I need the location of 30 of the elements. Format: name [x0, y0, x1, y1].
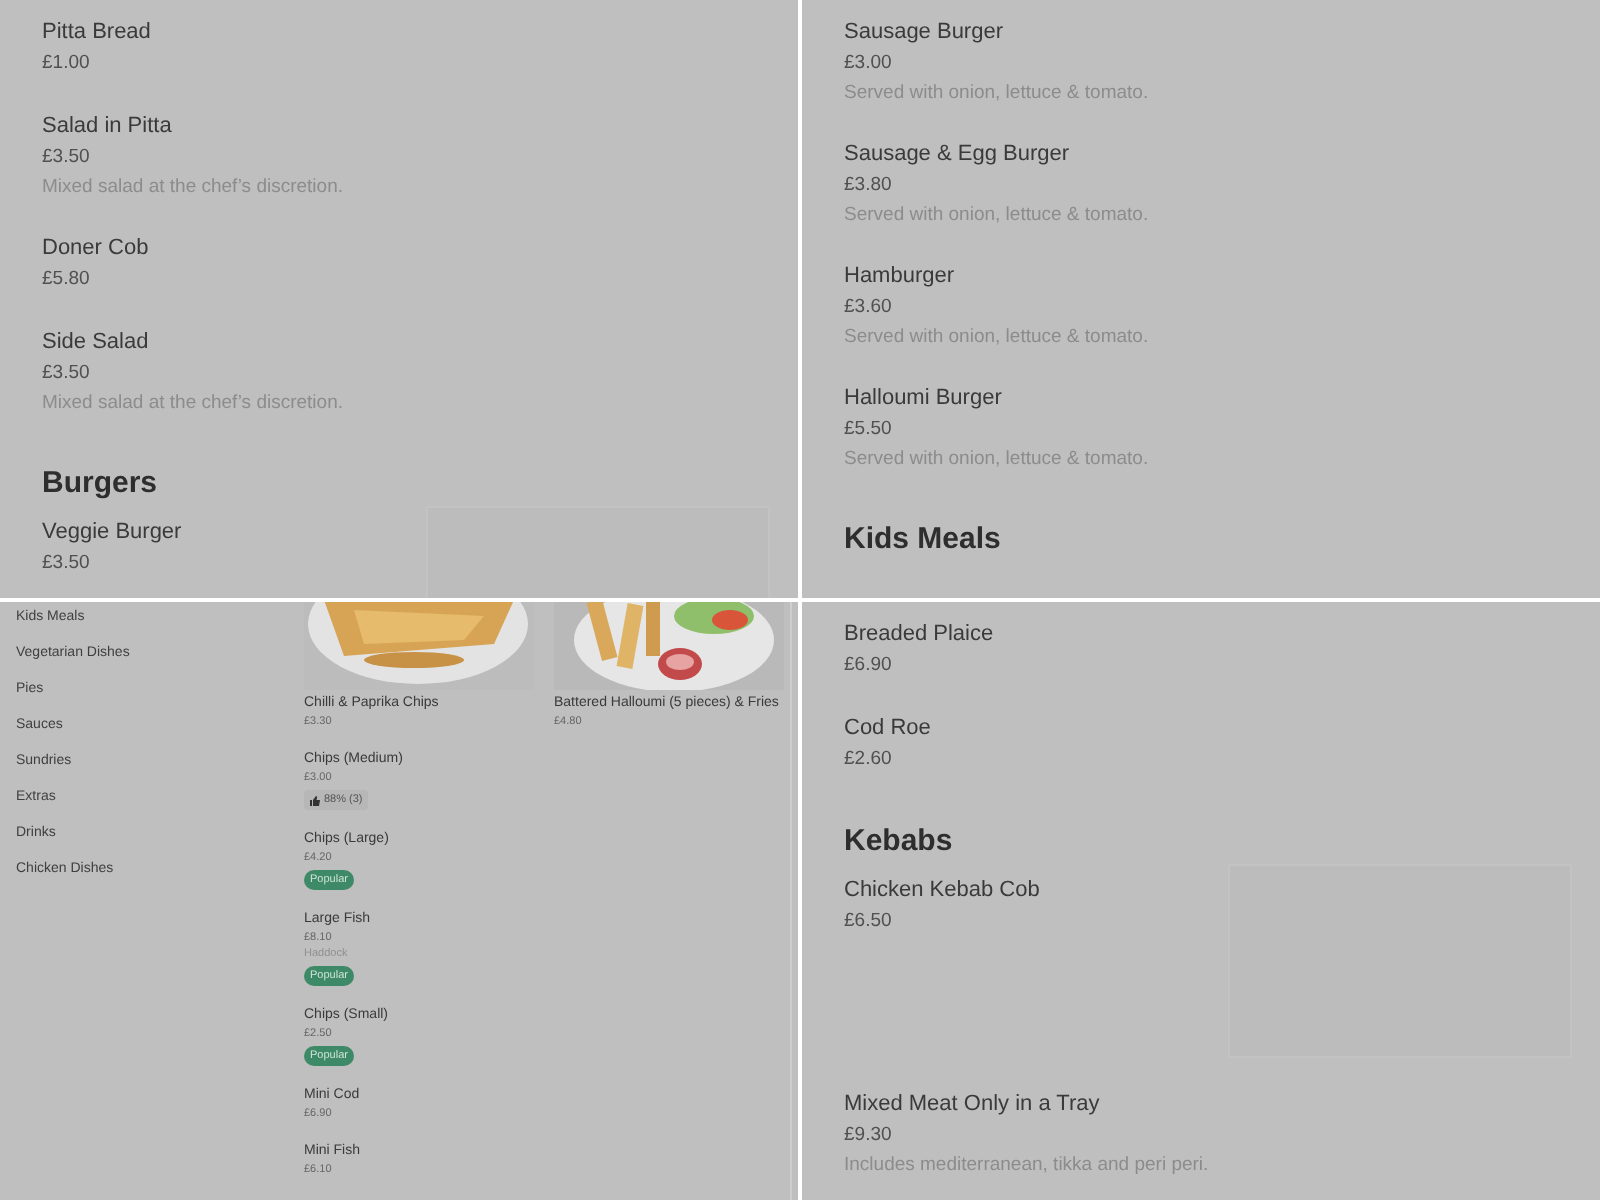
- item-price: £3.50: [42, 144, 90, 172]
- item-name[interactable]: Hamburger: [844, 262, 955, 292]
- item-price: £3.00: [844, 50, 892, 78]
- item-name[interactable]: Cod Roe: [844, 714, 931, 744]
- section-heading: Burgers: [42, 464, 160, 504]
- item-name[interactable]: Breaded Plaice: [844, 620, 994, 650]
- item-name[interactable]: Salad in Pitta: [42, 112, 172, 142]
- item-name[interactable]: Side Salad: [42, 328, 149, 358]
- item-name[interactable]: Pitta Bread: [42, 18, 151, 48]
- item-price: £5.80: [42, 266, 90, 294]
- item-name[interactable]: Sausage Burger: [844, 18, 1003, 48]
- section-heading: Kids Meals: [844, 520, 1003, 560]
- thumbs-up-icon: [310, 795, 320, 805]
- item-price: £1.00: [42, 50, 90, 78]
- item-price: £2.60: [844, 746, 892, 774]
- section-heading: Kebabs: [844, 822, 955, 862]
- item-price: £5.50: [844, 416, 892, 444]
- item-price: £6.50: [844, 908, 892, 936]
- item-name[interactable]: Veggie Burger: [42, 518, 182, 548]
- item-name[interactable]: Mixed Meat Only in a Tray: [844, 1090, 1100, 1120]
- item-price: £3.80: [844, 172, 892, 200]
- item-price: £9.30: [844, 1122, 892, 1150]
- item-name[interactable]: Chicken Kebab Cob: [844, 876, 1040, 906]
- item-name[interactable]: Doner Cob: [42, 234, 149, 264]
- item-name[interactable]: Sausage & Egg Burger: [844, 140, 1070, 170]
- item-name[interactable]: Halloumi Burger: [844, 384, 1002, 414]
- item-price: £6.90: [844, 652, 892, 680]
- item-price: £3.50: [42, 550, 90, 578]
- item-price: £3.60: [844, 294, 892, 322]
- item-price: £3.50: [42, 360, 90, 388]
